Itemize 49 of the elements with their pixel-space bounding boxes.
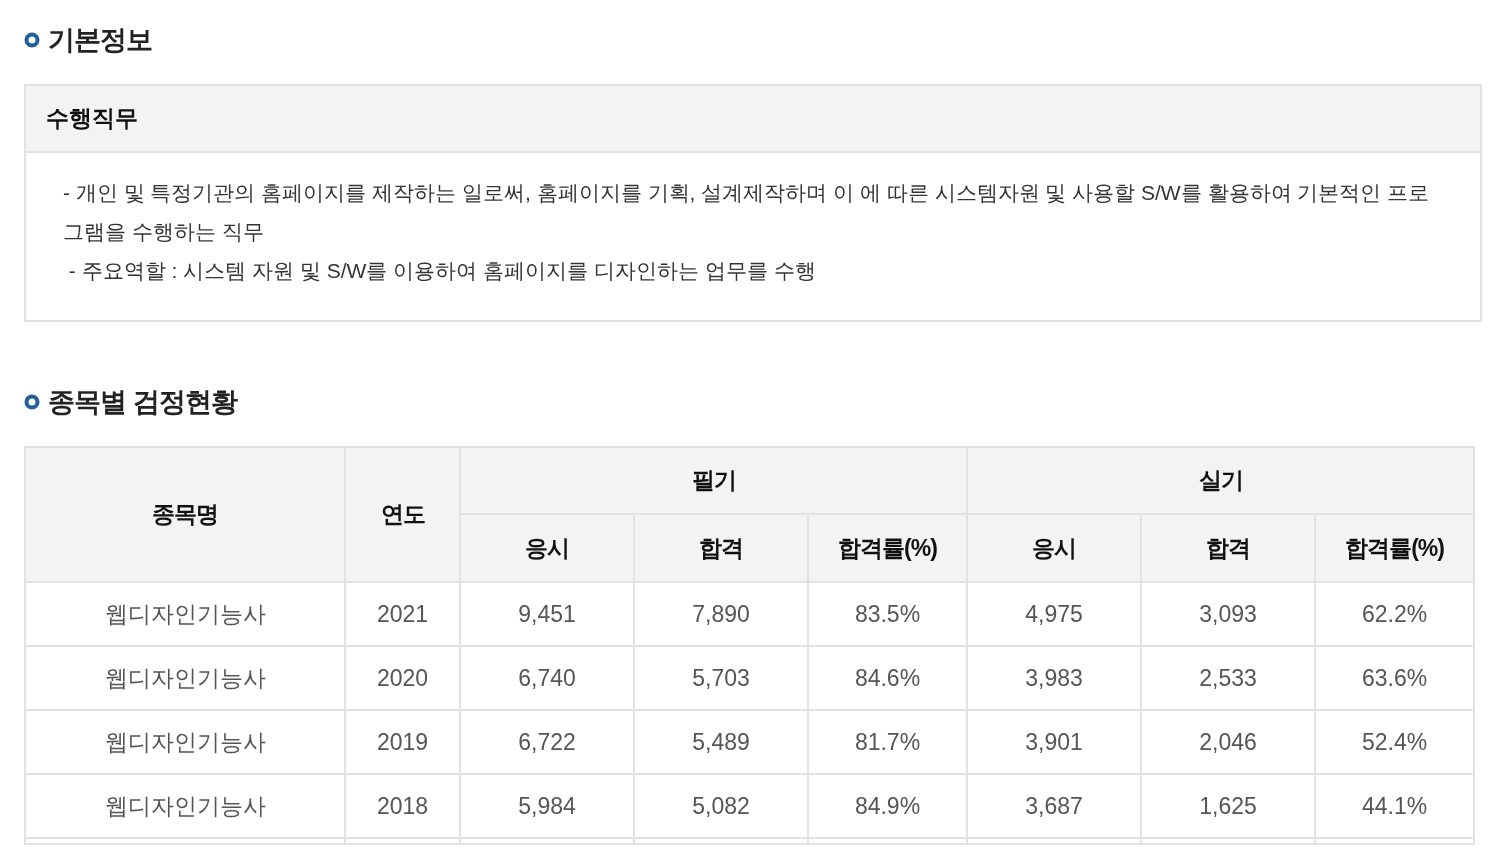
table-cell: 웹디자인기능사 <box>25 582 345 646</box>
column-header: 연도 <box>345 447 460 582</box>
table-cell: 5,082 <box>634 774 808 838</box>
column-header: 응시 <box>460 514 634 582</box>
table-cell: 웹디자인기능사 <box>25 774 345 838</box>
table-cell: 44.1% <box>1315 774 1475 838</box>
table-cell: 9,451 <box>460 582 634 646</box>
description-text: - 개인 및 특정기관의 홈페이지를 제작하는 일로써, 홈페이지를 기획, 설계제작하며 이 에 따른 시스템자원 및 사용할 S/W를 활용하여 기본적인 프로그램을 수행하는 직무 <box>63 179 1431 245</box>
table-cell: 63.6% <box>1315 646 1475 710</box>
column-header: 합격 <box>634 514 808 582</box>
table-cell: 3,901 <box>967 710 1141 774</box>
table-cell: 6,722 <box>460 710 634 774</box>
section-title: 기본정보 <box>48 24 152 57</box>
column-group-header: 필기 <box>460 447 967 514</box>
table-cell: 2019 <box>345 710 460 774</box>
table-cell: 84.6% <box>808 646 967 710</box>
box-heading: 수행직무 <box>26 85 1480 153</box>
table-cell: 3,687 <box>967 774 1141 838</box>
table-cell: 52.4% <box>1315 710 1475 774</box>
column-header: 종목명 <box>25 447 345 582</box>
table-cell: 3,983 <box>967 646 1141 710</box>
table-cell: 81.7% <box>808 710 967 774</box>
table-cell: 1,625 <box>1141 774 1315 838</box>
table-cell: 웹디자인기능사 <box>25 646 345 710</box>
table-cell: 7,890 <box>634 582 808 646</box>
table-cell: 3,093 <box>1141 582 1315 646</box>
table-cell: 2,533 <box>1141 646 1315 710</box>
description-text: - 주요역할 : 시스템 자원 및 S/W를 이용하여 홈페이지를 디자인하는 업무를 수행 <box>67 257 817 284</box>
table-cell: 5,984 <box>460 774 634 838</box>
table-cell: 2021 <box>345 582 460 646</box>
table-cell: 2,046 <box>1141 710 1315 774</box>
table-cell: 84.9% <box>808 774 967 838</box>
table-cell: 5,703 <box>634 646 808 710</box>
table-cell: 2020 <box>345 646 460 710</box>
column-header: 합격률(%) <box>808 514 967 582</box>
bullet-ring-icon <box>24 393 40 410</box>
column-header: 합격률(%) <box>1315 514 1475 582</box>
column-group-header: 실기 <box>967 447 1475 514</box>
section-title: 종목별 검정현황 <box>48 385 237 419</box>
table-cell: 83.5% <box>808 582 967 646</box>
column-header: 합격 <box>1141 514 1315 582</box>
table-cell: 62.2% <box>1315 582 1475 646</box>
table-cell: 2018 <box>345 774 460 838</box>
table-cell: 5,489 <box>634 710 808 774</box>
bullet-ring-icon <box>24 32 40 49</box>
column-header: 응시 <box>967 514 1141 582</box>
table-cell: 4,975 <box>967 582 1141 646</box>
table-cell: 웹디자인기능사 <box>25 710 345 774</box>
table-cell: 6,740 <box>460 646 634 710</box>
